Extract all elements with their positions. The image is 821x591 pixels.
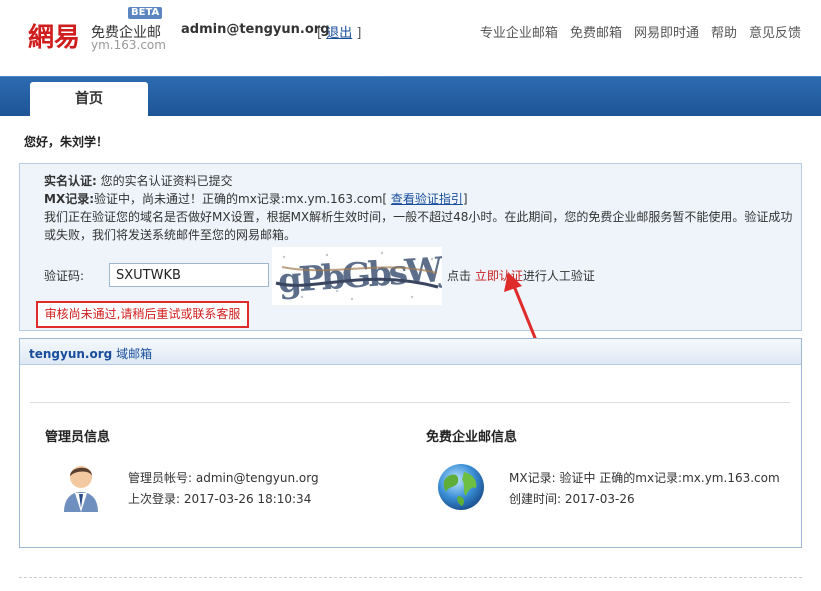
last-login-row: 上次登录: 2017-03-26 18:10:34 <box>128 490 311 507</box>
mx-record-row: MX记录: 验证中 正确的mx记录:mx.ym.163.com <box>509 469 780 486</box>
admin-account-value: admin@tengyun.org <box>195 471 319 485</box>
error-message: 审核尚未通过,请稍后重试或联系客服 <box>36 301 249 328</box>
realname-text: 您的实名认证资料已提交 <box>100 174 233 188</box>
captcha-label: 验证码: <box>44 269 85 283</box>
mx-record-label: MX记录: <box>509 471 556 485</box>
svg-text:網易: 網易 <box>28 22 80 53</box>
admin-account-row: 管理员帐号: admin@tengyun.org <box>128 469 319 486</box>
domain-name: tengyun.org <box>29 347 113 361</box>
mx-label: MX记录: <box>44 192 94 206</box>
footer-divider <box>19 577 802 578</box>
tab-home[interactable]: 首页 <box>30 82 148 116</box>
verify-notice: 我们正在验证您的域名是否做好MX设置，根据MX解析生效时间，一般不超过48小时。… <box>44 210 793 242</box>
mx-status: MX记录:验证中，尚未通过！正确的mx记录:mx.ym.163.com[ 查看验… <box>44 190 468 207</box>
created-value: 2017-03-26 <box>564 492 635 506</box>
logout-link[interactable]: 退出 <box>326 26 352 41</box>
nav-help[interactable]: 帮助 <box>711 22 737 41</box>
domain-mailbox-panel <box>19 338 802 548</box>
divider <box>30 402 790 403</box>
admin-user-icon <box>64 466 98 512</box>
user-email: admin@tengyun.org <box>181 22 330 37</box>
mx-text: 验证中，尚未通过！正确的mx记录:mx.ym.163.com[ <box>94 192 388 206</box>
realname-label: 实名认证: <box>44 174 97 188</box>
top-nav: 专业企业邮箱 免费邮箱 网易即时通 帮助 意见反馈 <box>480 22 801 41</box>
domain-title-suffix: 域邮箱 <box>116 347 153 361</box>
globe-icon <box>438 464 484 510</box>
nav-pro-mail[interactable]: 专业企业邮箱 <box>480 22 558 41</box>
last-login-value: 2017-03-26 18:10:34 <box>183 492 312 506</box>
admin-info-title: 管理员信息 <box>45 430 111 445</box>
nav-popo[interactable]: 网易即时通 <box>634 22 699 41</box>
logo-domain: ym.163.com <box>91 38 166 52</box>
created-label: 创建时间: <box>509 492 562 506</box>
netease-logo: 網易 <box>28 22 80 53</box>
verify-guide-link[interactable]: 查看验证指引 <box>391 192 463 206</box>
nav-feedback[interactable]: 意见反馈 <box>749 22 801 41</box>
created-row: 创建时间: 2017-03-26 <box>509 490 635 507</box>
nav-free-mail[interactable]: 免费邮箱 <box>570 22 622 41</box>
last-login-label: 上次登录: <box>128 492 181 506</box>
logout-group: [ 退出 ] <box>317 26 362 41</box>
realname-status: 实名认证: 您的实名认证资料已提交 <box>44 172 233 189</box>
greeting: 您好，朱刘学！ <box>24 135 109 149</box>
captcha-image[interactable]: gPbGbsWJ <box>272 247 442 305</box>
domain-title: tengyun.org 域邮箱 <box>29 345 152 362</box>
admin-account-label: 管理员帐号: <box>128 471 193 485</box>
captcha-input[interactable] <box>109 263 269 287</box>
mx-record-value: 验证中 正确的mx记录:mx.ym.163.com <box>559 471 780 485</box>
free-mail-info-title: 免费企业邮信息 <box>426 430 518 445</box>
beta-badge: BETA <box>128 7 163 19</box>
hint-prefix: 点击 <box>447 269 472 283</box>
mx-close-bracket: ] <box>462 192 468 206</box>
